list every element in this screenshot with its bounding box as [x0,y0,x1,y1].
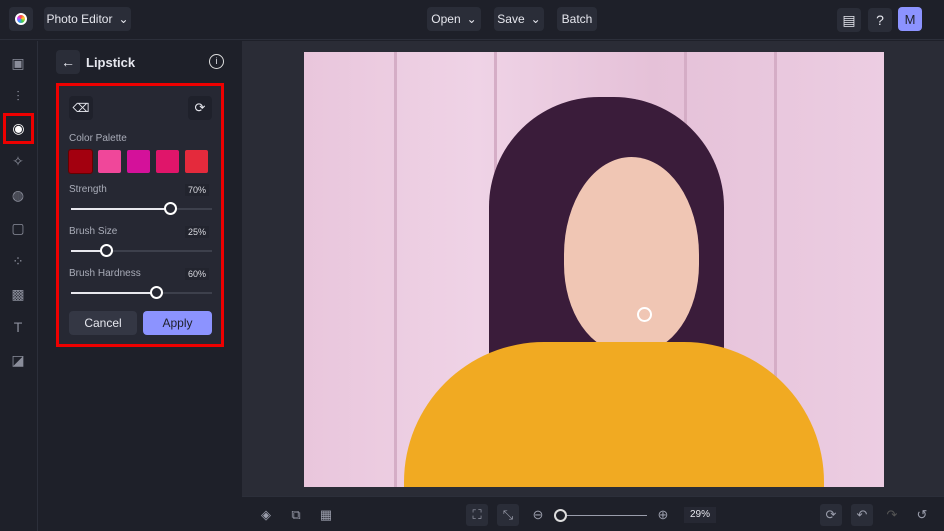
back-arrow-icon[interactable]: ← [56,50,80,74]
zoom-slider[interactable] [553,509,647,522]
color-palette-label: Color Palette [69,133,127,144]
batch-label: Batch [561,12,593,26]
bottom-toolbar: ◈ ⧉ ▦ ⛶ ⤡ ⊖ ⊕ 29% ⟳ ↶ ↷ ↺ [242,496,944,531]
canvas-area [242,41,944,496]
slider-value: 60% [184,268,209,280]
color-swatch[interactable] [98,150,121,173]
color-swatch[interactable] [185,150,208,173]
apply-button[interactable]: Apply [143,311,212,335]
app-menu-label: Photo Editor [46,12,113,26]
color-swatch[interactable] [127,150,150,173]
zoom-out-icon[interactable]: ⊖ [527,504,549,526]
slider-label: Brush Hardness [69,268,141,279]
slider-track[interactable] [71,286,212,299]
eraser-icon[interactable]: ⌫ [69,96,93,120]
slider-thumb[interactable] [100,244,114,257]
eye-icon[interactable]: ◉ [3,113,34,144]
slider-thumb[interactable] [163,202,177,215]
cancel-button[interactable]: Cancel [69,311,137,335]
slider-value: 25% [184,226,209,238]
chevron-down-icon: ⌄ [118,12,129,26]
zoom-in-icon[interactable]: ⊕ [652,504,674,526]
slider-fill [71,208,170,210]
slider-track[interactable] [71,244,212,257]
reset-icon[interactable]: ⟳ [188,96,212,120]
zoom-slider-thumb[interactable] [553,509,567,522]
avatar[interactable]: M [898,7,922,31]
overlay-icon[interactable]: ◪ [8,350,28,370]
effects-sparkle-icon[interactable]: ✧ [8,151,28,171]
undo-icon[interactable]: ↶ [851,504,873,526]
batch-button[interactable]: Batch [557,7,597,31]
app-menu-dropdown[interactable]: Photo Editor ⌄ [44,7,131,31]
help-icon[interactable]: ? [868,8,892,32]
photo[interactable] [304,52,884,487]
panel-title: Lipstick [86,55,136,70]
actual-size-icon[interactable]: ⤡ [497,504,519,526]
app-logo[interactable] [9,7,33,31]
rotate-icon[interactable]: ⟳ [820,504,842,526]
fit-screen-icon[interactable]: ⛶ [466,504,488,526]
adjust-sliders-icon[interactable]: ⫶ [8,86,28,106]
texture-icon[interactable]: ▩ [8,284,28,304]
tool-rail: ▣ ⫶ ◉ ✧ ◍ ▢ ⁘ ▩ T ◪ [0,41,38,531]
zoom-level[interactable]: 29% [684,507,716,523]
top-bar: Photo Editor ⌄ Open ⌄ Save ⌄ Batch ▤ ? M [0,0,944,40]
grid-icon[interactable]: ▦ [315,504,337,526]
chevron-down-icon: ⌄ [466,12,477,26]
chevron-down-icon: ⌄ [530,12,541,26]
duplicate-icon[interactable]: ⧉ [285,504,307,526]
color-swatch[interactable] [156,150,179,173]
redo-icon[interactable]: ↷ [881,504,903,526]
graphics-icon[interactable]: ⁘ [8,251,28,271]
history-icon[interactable]: ↺ [911,504,933,526]
slider-fill [71,292,156,294]
open-button[interactable]: Open ⌄ [427,7,481,31]
slider-value: 70% [184,184,209,196]
layers-icon[interactable]: ◈ [255,504,277,526]
save-button[interactable]: Save ⌄ [494,7,544,31]
slider-label: Brush Size [69,226,118,237]
palette-icon[interactable]: ◍ [8,185,28,205]
image-icon[interactable]: ▣ [8,53,28,73]
color-swatch[interactable] [68,149,93,174]
frame-icon[interactable]: ▢ [8,218,28,238]
open-label: Open [431,12,461,26]
comment-icon[interactable]: ▤ [837,8,861,32]
text-icon[interactable]: T [8,317,28,337]
slider-label: Strength [69,184,107,195]
slider-track[interactable] [71,202,212,215]
save-label: Save [497,12,525,26]
lipstick-tool-box: ⌫ ⟳ Color Palette Strength 70% Brush Size 2… [56,83,224,347]
brush-cursor [637,307,652,322]
slider-thumb[interactable] [149,286,163,299]
info-icon[interactable]: i [209,54,224,69]
